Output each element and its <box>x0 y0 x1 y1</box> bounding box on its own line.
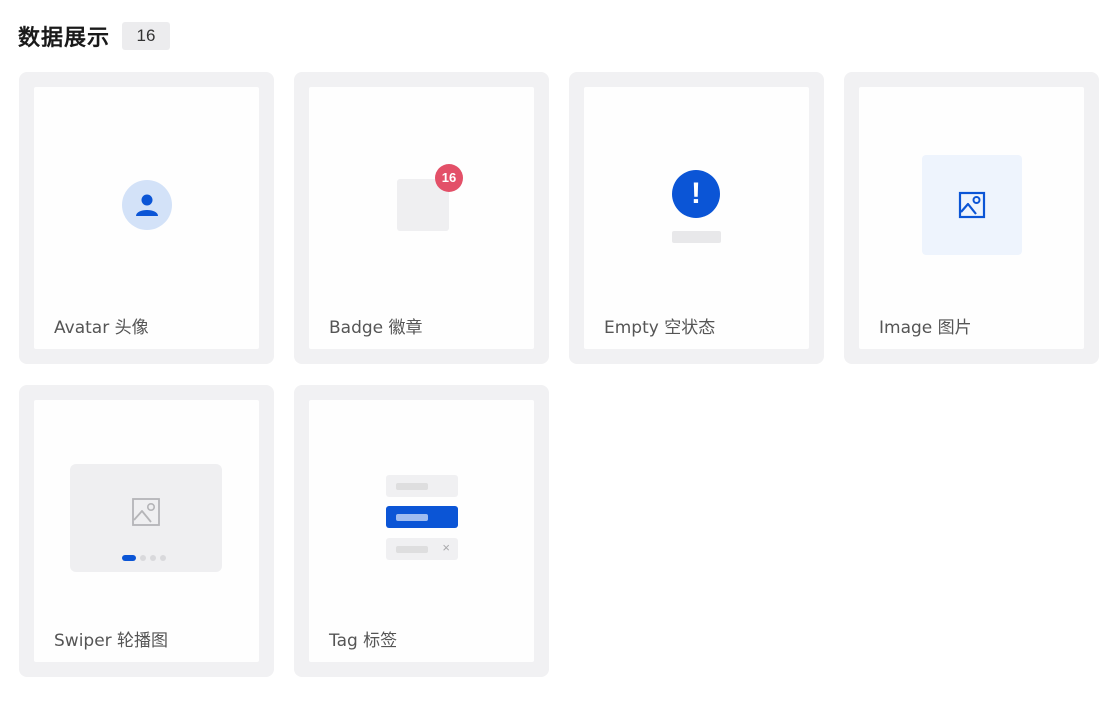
tag-closable: × <box>386 538 458 560</box>
card-label: Empty 空状态 <box>604 318 716 338</box>
card-preview: Image 图片 <box>859 87 1084 349</box>
card-avatar[interactable]: Avatar 头像 <box>19 72 274 364</box>
card-image[interactable]: Image 图片 <box>844 72 1099 364</box>
image-icon <box>958 191 986 219</box>
swiper-dot <box>140 555 146 561</box>
empty-text-placeholder <box>672 231 721 243</box>
card-preview: 16 Badge 徽章 <box>309 87 534 349</box>
card-preview: Swiper 轮播图 <box>34 400 259 662</box>
swiper-slide <box>70 464 222 572</box>
section-header: 数据展示 16 <box>18 20 171 52</box>
image-icon <box>132 498 160 526</box>
swiper-pagination <box>122 555 166 561</box>
card-preview: ! Empty 空状态 <box>584 87 809 349</box>
swiper-dot <box>160 555 166 561</box>
card-label: Image 图片 <box>879 318 972 338</box>
swiper-dot <box>150 555 156 561</box>
card-label: Tag 标签 <box>329 631 398 651</box>
card-label: Swiper 轮播图 <box>54 631 169 651</box>
card-badge[interactable]: 16 Badge 徽章 <box>294 72 549 364</box>
image-placeholder <box>922 155 1022 255</box>
section-title: 数据展示 <box>18 26 111 51</box>
component-count-badge: 16 <box>122 22 171 50</box>
badge-count: 16 <box>435 164 463 192</box>
card-preview: Avatar 头像 <box>34 87 259 349</box>
swiper-dot-active <box>122 555 136 561</box>
card-label: Badge 徽章 <box>329 318 423 338</box>
tag-primary <box>386 506 458 528</box>
card-label: Avatar 头像 <box>54 318 149 338</box>
card-tag[interactable]: × Tag 标签 <box>294 385 549 677</box>
card-preview: × Tag 标签 <box>309 400 534 662</box>
close-icon: × <box>442 540 450 555</box>
card-empty[interactable]: ! Empty 空状态 <box>569 72 824 364</box>
exclamation-icon: ! <box>672 170 720 218</box>
card-swiper[interactable]: Swiper 轮播图 <box>19 385 274 677</box>
avatar-person-icon <box>122 180 172 230</box>
tag-default <box>386 475 458 497</box>
